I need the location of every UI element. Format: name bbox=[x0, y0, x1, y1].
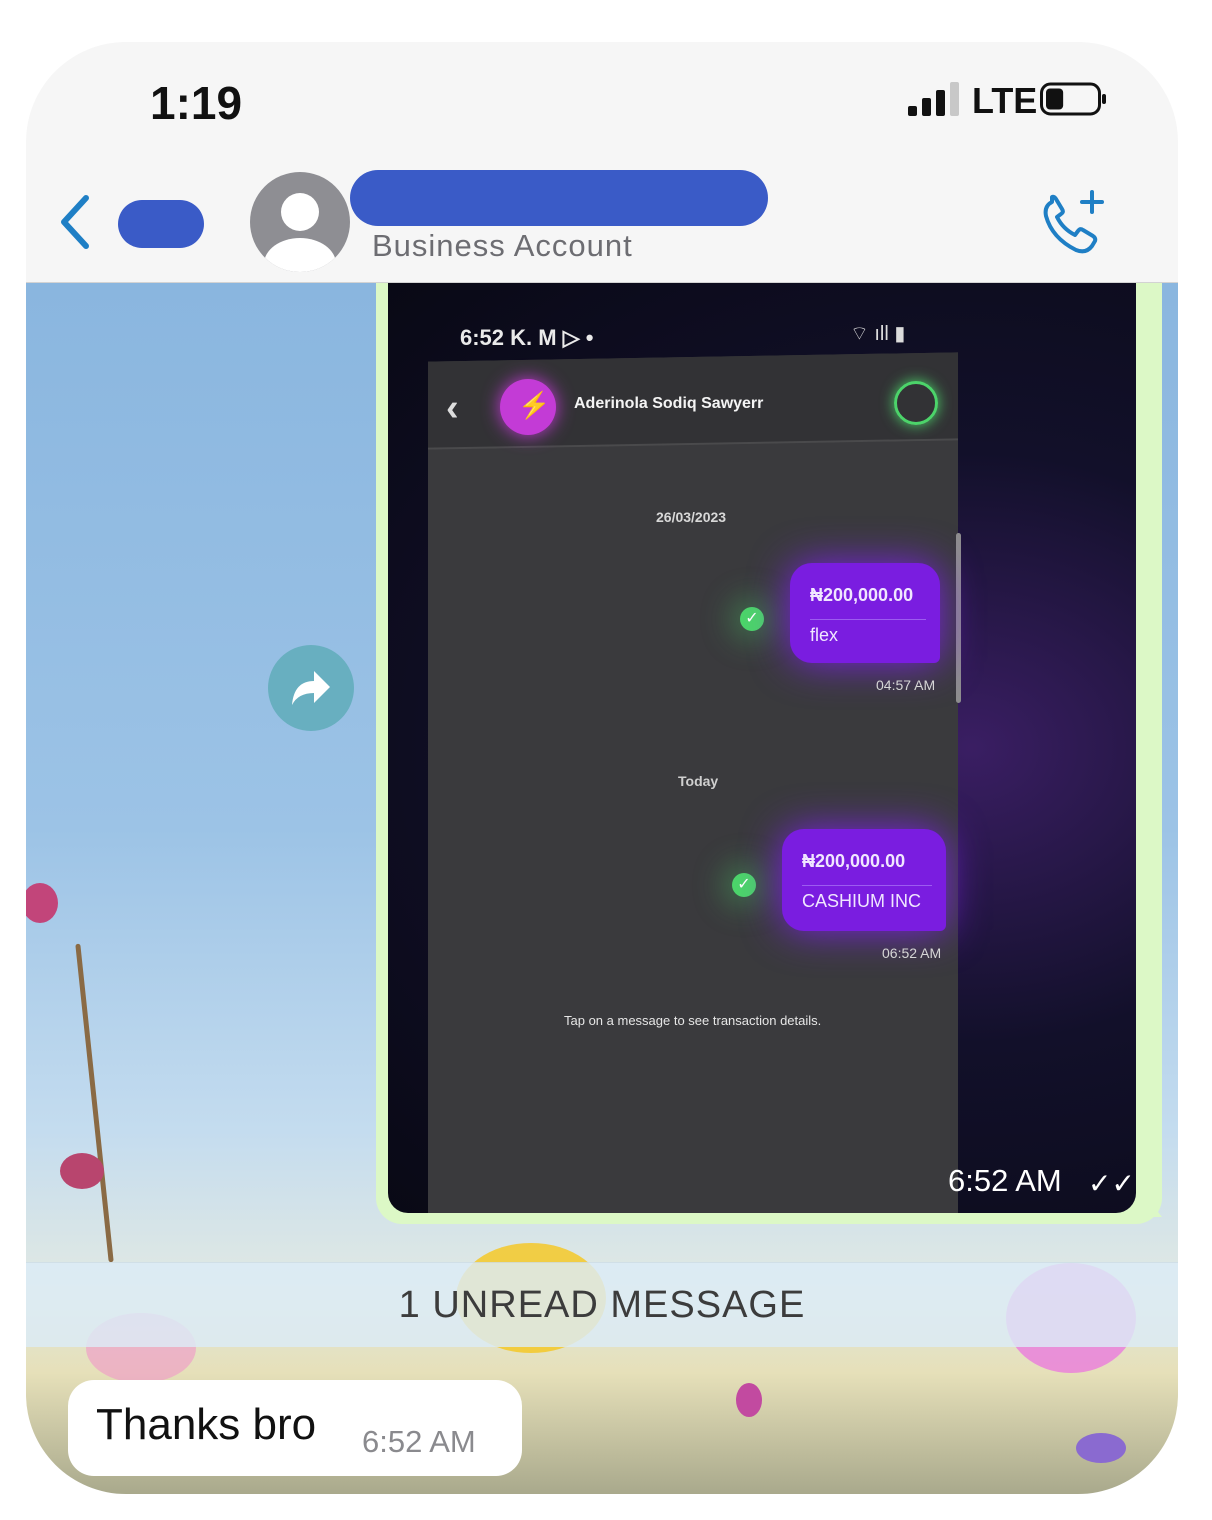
purple-flower bbox=[1076, 1433, 1126, 1463]
screenshot-hint: Tap on a message to see transaction deta… bbox=[564, 1013, 822, 1028]
network-label: LTE bbox=[972, 80, 1038, 121]
unread-banner: 1 UNREAD MESSAGE bbox=[26, 1262, 1178, 1347]
contact-subtitle: Business Account bbox=[372, 228, 633, 263]
transaction-note: flex bbox=[810, 625, 839, 645]
bubble-tail bbox=[1138, 1187, 1162, 1217]
screenshot-contact-logo: ⚡ bbox=[500, 379, 556, 435]
screenshot-date: 26/03/2023 bbox=[656, 509, 727, 525]
avatar[interactable] bbox=[250, 172, 350, 272]
screenshot-scrollbar bbox=[956, 533, 961, 703]
person-icon bbox=[264, 193, 336, 272]
pink-flower bbox=[60, 1153, 104, 1189]
chevron-left-icon[interactable] bbox=[56, 192, 96, 252]
read-receipt-icon: ✓✓ bbox=[1088, 1168, 1135, 1199]
screenshot-chevron-left-icon: ‹ bbox=[446, 387, 459, 429]
screenshot-status-icons: ⌔ ıll ▮ bbox=[850, 323, 906, 345]
flower-stem bbox=[75, 943, 114, 1263]
chat-header: Business Account bbox=[26, 152, 1178, 283]
screenshot-transaction: ₦200,000.00 flex bbox=[790, 563, 940, 663]
chat-background: 6:52 K. M ▷ • ⌔ ıll ▮ ‹ ⚡ Aderinola Sodi… bbox=[26, 283, 1178, 1494]
forward-arrow-icon bbox=[292, 671, 330, 705]
transaction-time: 06:52 AM bbox=[882, 945, 942, 961]
screenshot-status-time: 6:52 K. M ▷ • bbox=[460, 325, 594, 350]
transaction-amount: ₦200,000.00 bbox=[802, 851, 906, 871]
status-bar: 1:19 LTE bbox=[26, 42, 1178, 152]
battery-icon bbox=[1040, 82, 1106, 116]
image-attachment[interactable]: 6:52 K. M ▷ • ⌔ ıll ▮ ‹ ⚡ Aderinola Sodi… bbox=[388, 283, 1136, 1213]
screenshot-transaction: ₦200,000.00 CASHIUM INC bbox=[782, 829, 946, 931]
screenshot-contact-name: Aderinola Sodiq Sawyerr bbox=[574, 395, 764, 412]
contact-name-redacted[interactable] bbox=[350, 170, 768, 226]
signal-icon bbox=[908, 82, 959, 116]
message-time: 6:52 AM bbox=[948, 1163, 1062, 1198]
check-circle-icon: ✓ bbox=[732, 873, 756, 897]
phone-screen: 1:19 LTE Business Account 6:52 K. M ▷ • … bbox=[26, 42, 1178, 1494]
back-unread-count-redacted[interactable] bbox=[118, 200, 204, 248]
screenshot-today-label: Today bbox=[678, 773, 719, 789]
incoming-message[interactable]: Thanks bro 6:52 AM bbox=[68, 1380, 522, 1476]
purple-flower bbox=[736, 1383, 762, 1417]
pink-flower bbox=[26, 883, 58, 923]
transaction-divider bbox=[810, 619, 926, 620]
status-time: 1:19 bbox=[150, 77, 243, 129]
transaction-divider bbox=[802, 885, 932, 886]
check-circle-icon: ✓ bbox=[740, 607, 764, 631]
forward-button[interactable] bbox=[268, 645, 354, 731]
phone-add-icon[interactable] bbox=[1038, 188, 1110, 260]
screenshot-add-contact-icon bbox=[894, 381, 938, 425]
transaction-amount: ₦200,000.00 bbox=[810, 585, 914, 605]
transaction-note: CASHIUM INC bbox=[802, 891, 922, 911]
message-text: Thanks bro bbox=[96, 1400, 317, 1449]
outgoing-image-message[interactable]: 6:52 K. M ▷ • ⌔ ıll ▮ ‹ ⚡ Aderinola Sodi… bbox=[376, 283, 1162, 1224]
message-time: 6:52 AM bbox=[362, 1424, 476, 1459]
transaction-time: 04:57 AM bbox=[876, 677, 936, 693]
